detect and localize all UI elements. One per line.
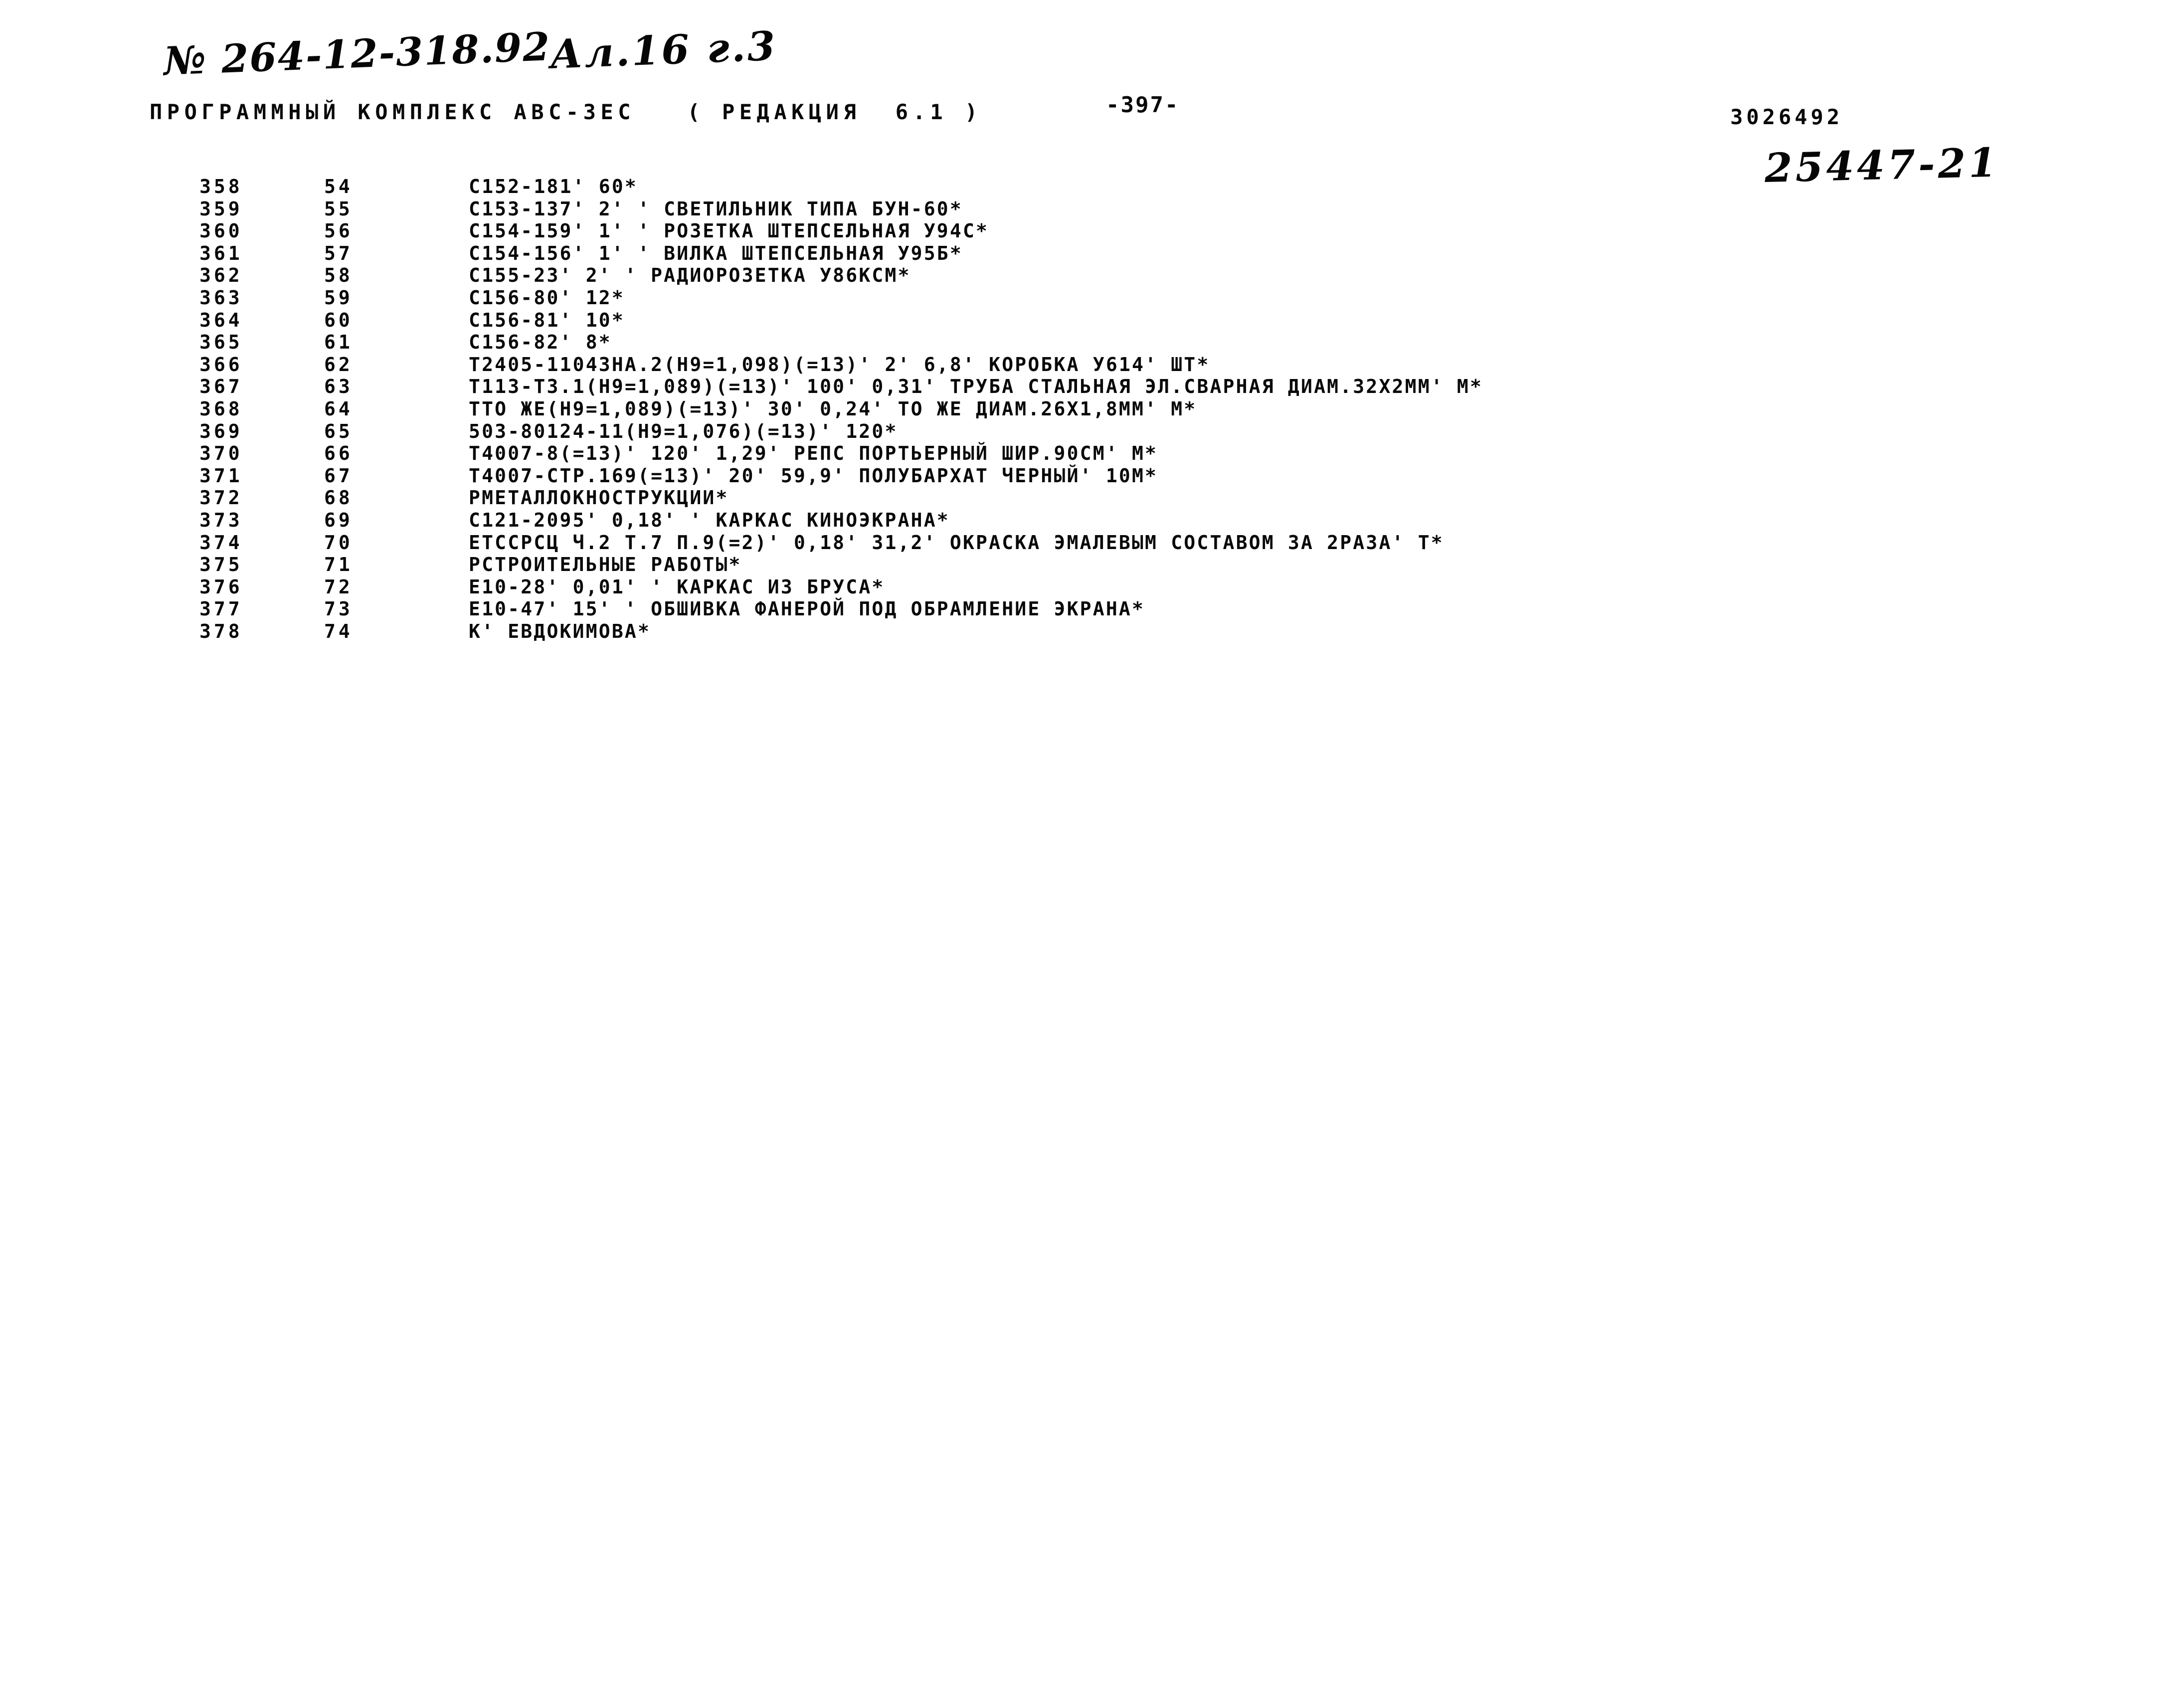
listing-record-text: C152-181' 60* [469,176,638,197]
page-number: -397- [1106,92,1180,118]
listing-row: 364 60 C156-81' 10* [0,309,2179,332]
listing-sequence-number: 67 [324,464,353,487]
listing-line-number: 366 [199,353,243,376]
listing-record-text: РСТРОИТЕЛЬНЫЕ РАБОТЫ* [469,554,742,576]
listing-line-number: 376 [199,575,243,598]
listing-line-number: 372 [199,487,243,509]
listing-line-number: 367 [199,376,243,398]
listing-sequence-number: 61 [324,331,353,354]
listing-sequence-number: 56 [324,220,353,242]
listing-row: 359 55 C153-137' 2' ' СВЕТИЛЬНИК ТИПА БУН-… [0,198,2179,220]
listing-row: 374 70 ЕТССРСЦ Ч.2 Т.7 П.9(=2)' 0,18' 31,2… [0,532,2179,554]
listing-row: 360 56 C154-159' 1' ' РОЗЕТКА ШТЕПСЕЛЬНАЯ … [0,220,2179,242]
listing-line-number: 374 [199,531,243,554]
listing-sequence-number: 60 [324,309,353,331]
listing-sequence-number: 54 [324,176,353,197]
listing-record-text: C156-80' 12* [469,286,625,309]
listing-record-text: Т113-Т3.1(Н9=1,089)(=13)' 100' 0,31' ТРУ… [469,376,1483,398]
listing-record-text: Е10-47' 15' ' ОБШИВКА ФАНЕРОЙ ПОД ОБРАМЛ… [469,598,1145,620]
listing-sequence-number: 70 [324,531,353,554]
listing-record-text: ТТО ЖЕ(Н9=1,089)(=13)' 30' 0,24' ТО ЖЕ Д… [469,397,1197,420]
listing-record-text: Т2405-11043НА.2(Н9=1,098)(=13)' 2' 6,8' … [469,353,1210,376]
listing-row: 363 59 C156-80' 12* [0,287,2179,309]
listing-sequence-number: 72 [324,575,353,598]
estimate-listing: 358 54 C152-181' 60* 359 55 C153-137' 2' ' СВ… [0,176,2179,642]
listing-sequence-number: 68 [324,487,353,509]
listing-line-number: 358 [199,176,243,197]
listing-line-number: 375 [199,554,243,576]
listing-sequence-number: 64 [324,397,353,420]
listing-row: 371 67 Т4007-СТР.169(=13)' 20' 59,9' ПОЛУБ… [0,465,2179,487]
listing-record-text: C156-82' 8* [469,331,612,354]
listing-record-text: C154-156' 1' ' ВИЛКА ШТЕПСЕЛЬНАЯ У95Б* [469,242,963,264]
scanned-page: № 264-12-318.92 Ал.16 г.3 25447-21 ПРОГР… [0,0,2179,1708]
listing-line-number: 378 [199,620,243,642]
listing-line-number: 365 [199,331,243,354]
listing-line-number: 373 [199,509,243,531]
listing-sequence-number: 59 [324,286,353,309]
listing-row: 366 62 Т2405-11043НА.2(Н9=1,098)(=13)' 2' … [0,354,2179,376]
listing-row: 369 65 503-80124-11(Н9=1,076)(=13)' 120* [0,420,2179,443]
listing-record-text: 503-80124-11(Н9=1,076)(=13)' 120* [469,420,898,442]
document-code: 3026492 [1730,105,1843,129]
listing-line-number: 377 [199,598,243,620]
listing-record-text: ЕТССРСЦ Ч.2 Т.7 П.9(=2)' 0,18' 31,2' ОКР… [469,531,1444,554]
listing-row: 377 73 Е10-47' 15' ' ОБШИВКА ФАНЕРОЙ ПОД О… [0,598,2179,620]
listing-record-text: Т4007-8(=13)' 120' 1,29' РЕПС ПОРТЬЕРНЫЙ… [469,442,1158,465]
listing-row: 373 69 C121-2095' 0,18' ' КАРКАС КИНОЭКРАН… [0,509,2179,532]
listing-sequence-number: 65 [324,420,353,442]
listing-record-text: C154-159' 1' ' РОЗЕТКА ШТЕПСЕЛЬНАЯ У94С* [469,220,989,242]
listing-sequence-number: 62 [324,353,353,376]
listing-record-text: C121-2095' 0,18' ' КАРКАС КИНОЭКРАНА* [469,509,950,531]
listing-line-number: 360 [199,220,243,242]
listing-row: 361 57 C154-156' 1' ' ВИЛКА ШТЕПСЕЛЬНАЯ У9… [0,242,2179,265]
listing-row: 378 74 К' ЕВДОКИМОВА* [0,620,2179,643]
listing-record-text: C156-81' 10* [469,309,625,331]
listing-sequence-number: 58 [324,264,353,287]
listing-sequence-number: 57 [324,242,353,264]
listing-row: 358 54 C152-181' 60* [0,176,2179,198]
listing-record-text: C153-137' 2' ' СВЕТИЛЬНИК ТИПА БУН-60* [469,197,963,220]
program-title: ПРОГРАММНЫЙ КОМПЛЕКС АВС-3ЕС ( РЕДАКЦИЯ … [150,100,982,124]
listing-sequence-number: 55 [324,197,353,220]
listing-line-number: 370 [199,442,243,465]
listing-sequence-number: 63 [324,376,353,398]
listing-row: 372 68 РМЕТАЛЛОКНОСТРУКЦИИ* [0,487,2179,509]
listing-record-text: Т4007-СТР.169(=13)' 20' 59,9' ПОЛУБАРХАТ… [469,464,1158,487]
listing-sequence-number: 71 [324,554,353,576]
listing-line-number: 361 [199,242,243,264]
handwritten-album-reference: Ал.16 г.3 [549,22,778,78]
listing-line-number: 368 [199,397,243,420]
listing-row: 370 66 Т4007-8(=13)' 120' 1,29' РЕПС ПОРТЬ… [0,442,2179,465]
listing-row: 376 72 Е10-28' 0,01' ' КАРКАС ИЗ БРУСА* [0,576,2179,598]
listing-row: 362 58 C155-23' 2' ' РАДИОРОЗЕТКА У86КСМ* [0,264,2179,287]
listing-line-number: 369 [199,420,243,442]
listing-row: 365 61 C156-82' 8* [0,331,2179,354]
listing-row: 367 63 Т113-Т3.1(Н9=1,089)(=13)' 100' 0,31… [0,376,2179,398]
listing-record-text: Е10-28' 0,01' ' КАРКАС ИЗ БРУСА* [469,575,885,598]
listing-row: 375 71 РСТРОИТЕЛЬНЫЕ РАБОТЫ* [0,554,2179,576]
listing-line-number: 363 [199,286,243,309]
listing-record-text: C155-23' 2' ' РАДИОРОЗЕТКА У86КСМ* [469,264,911,287]
listing-sequence-number: 69 [324,509,353,531]
listing-line-number: 364 [199,309,243,331]
listing-record-text: РМЕТАЛЛОКНОСТРУКЦИИ* [469,487,729,509]
listing-line-number: 362 [199,264,243,287]
listing-sequence-number: 74 [324,620,353,642]
handwritten-order-number: № 264-12-318.92 [163,24,551,84]
listing-line-number: 371 [199,464,243,487]
listing-row: 368 64 ТТО ЖЕ(Н9=1,089)(=13)' 30' 0,24' ТО… [0,398,2179,420]
listing-record-text: К' ЕВДОКИМОВА* [469,620,651,642]
listing-line-number: 359 [199,197,243,220]
listing-sequence-number: 66 [324,442,353,465]
listing-sequence-number: 73 [324,598,353,620]
